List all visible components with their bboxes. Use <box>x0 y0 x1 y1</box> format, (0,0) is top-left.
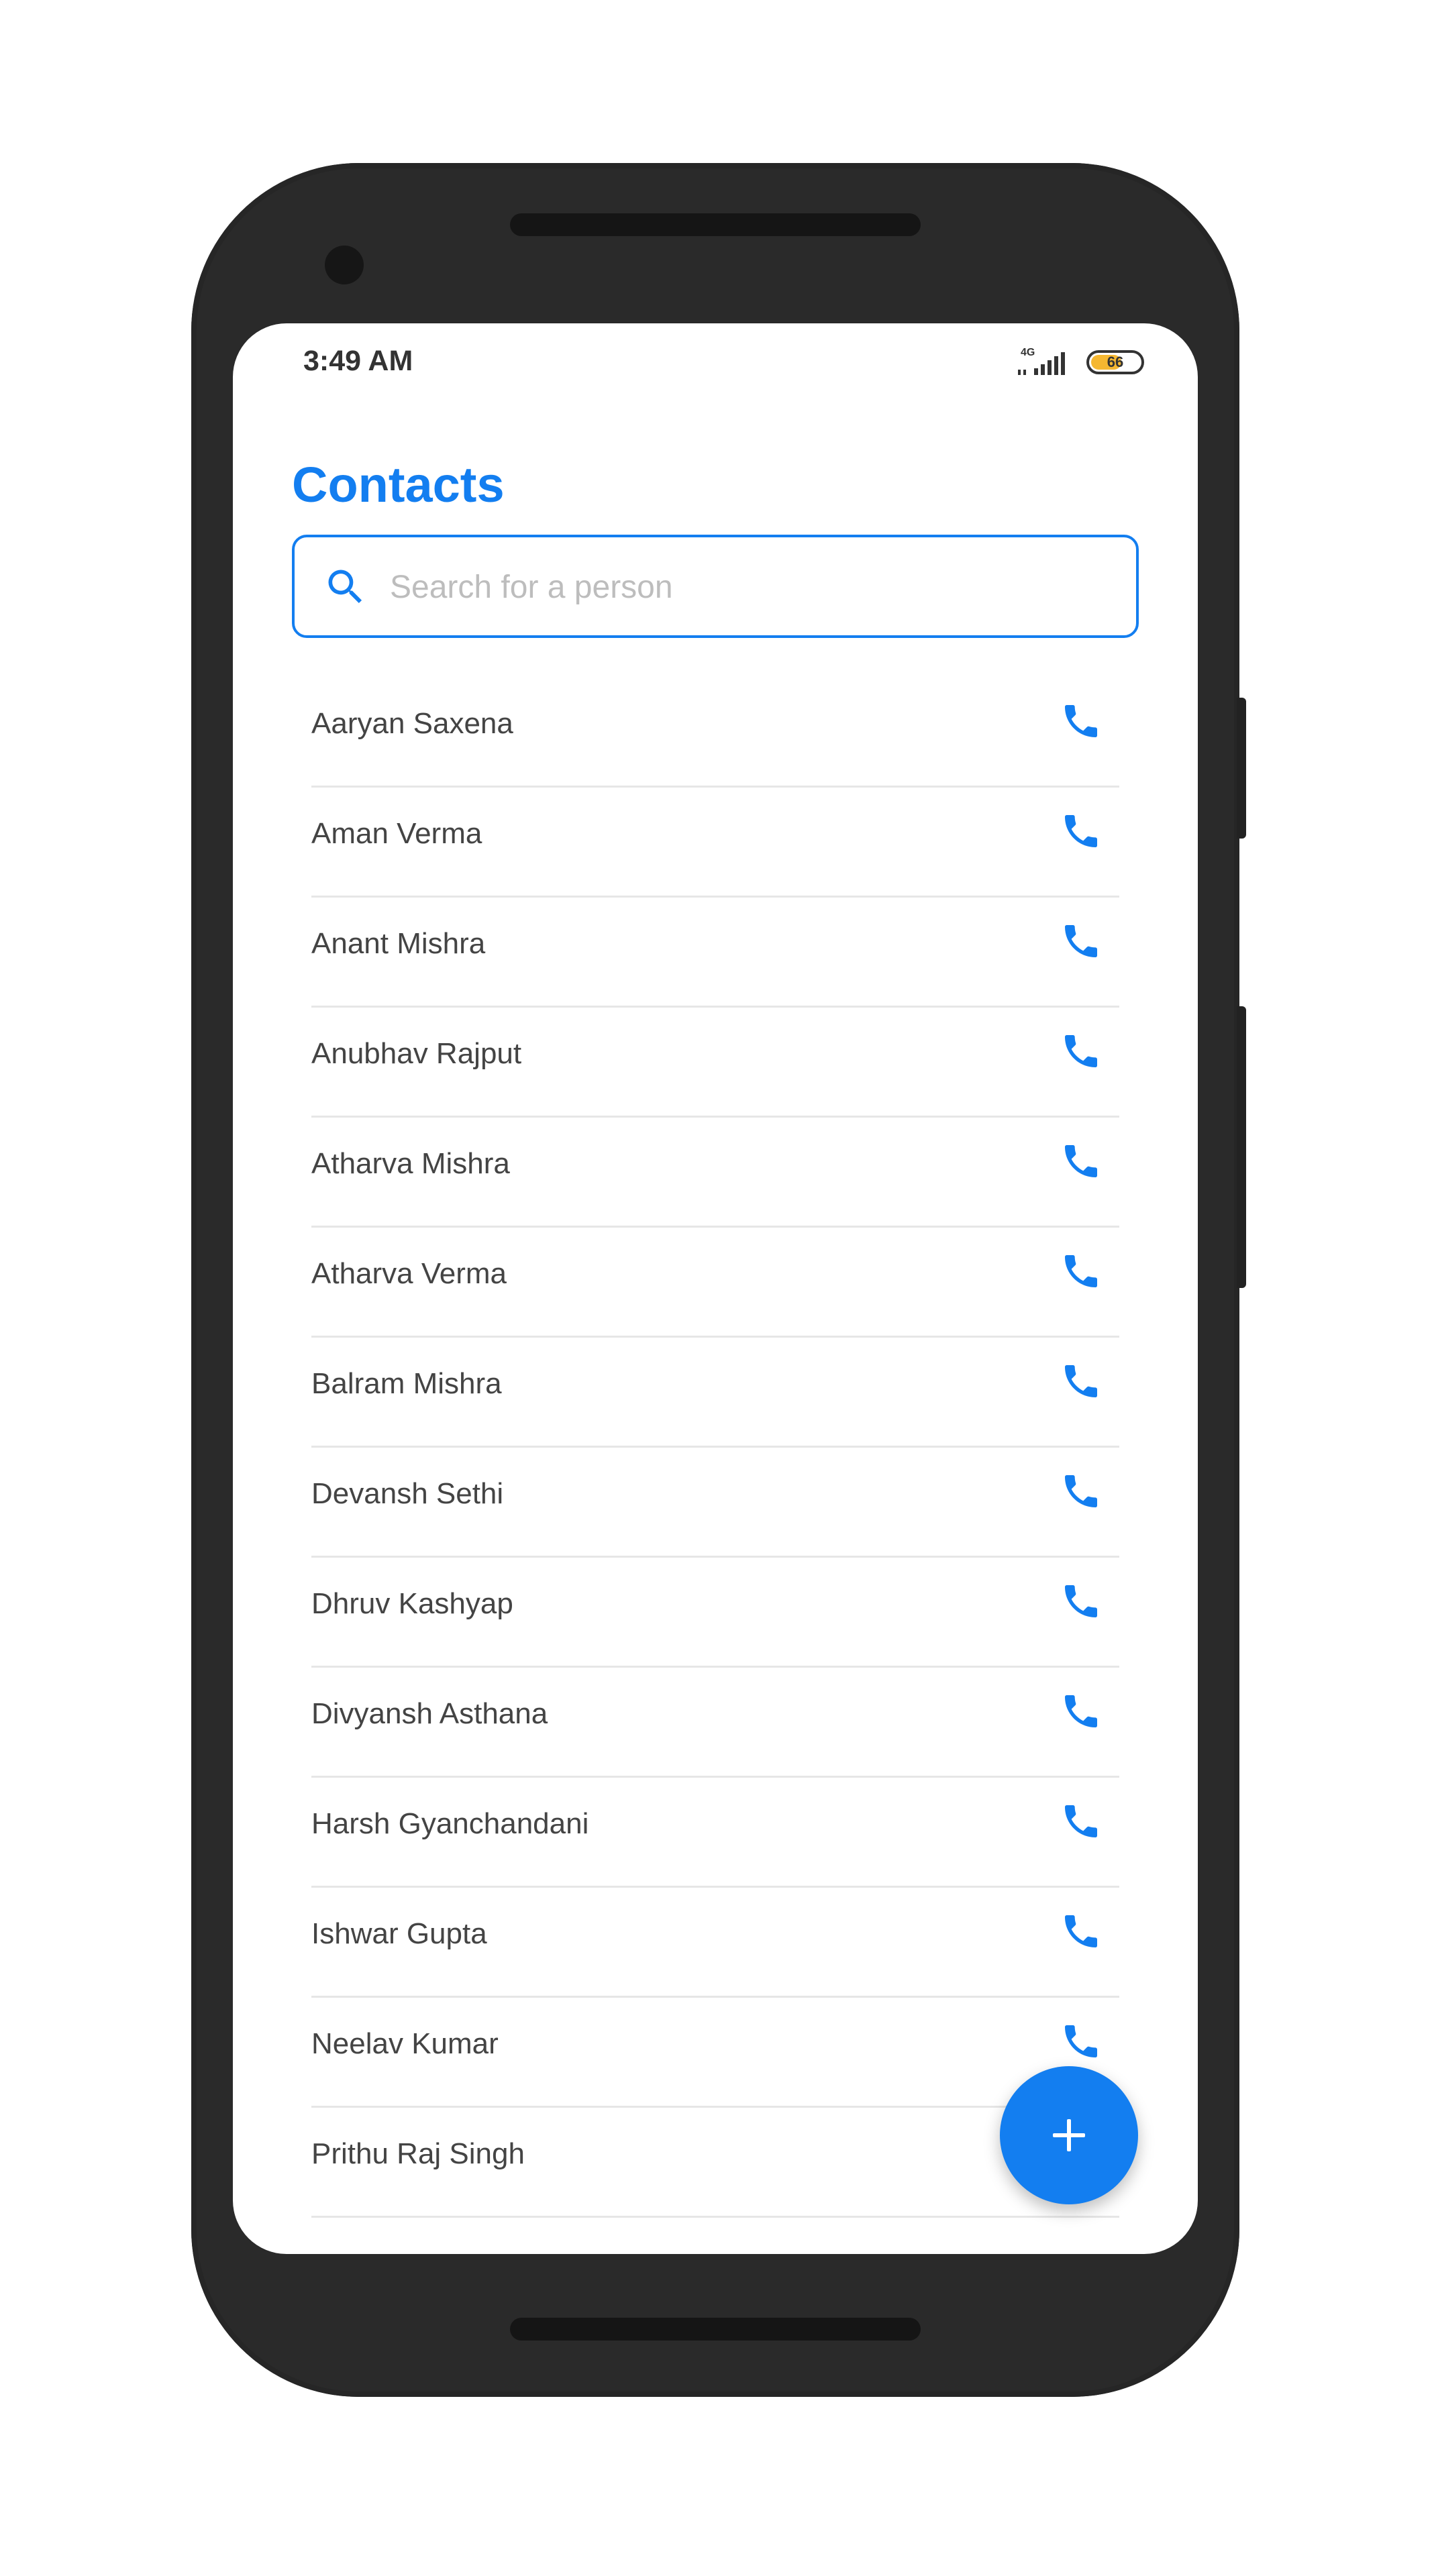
add-contact-button[interactable] <box>1000 2066 1138 2204</box>
battery-icon: 66 <box>1086 350 1144 374</box>
contact-list: Aaryan Saxena Aman Verma Anant Mishra Anubh… <box>311 678 1119 2218</box>
call-button[interactable] <box>1058 1578 1105 1625</box>
phone-icon <box>1065 2025 1097 2057</box>
call-button[interactable] <box>1058 1248 1105 1295</box>
call-button[interactable] <box>1058 1468 1105 1515</box>
power-button <box>1237 698 1246 839</box>
contact-name: Harsh Gyanchandani <box>311 1807 589 1840</box>
contact-row[interactable]: Aaryan Saxena <box>311 678 1119 788</box>
phone-icon <box>1065 705 1097 737</box>
contact-name: Ishwar Gupta <box>311 1917 487 1950</box>
contact-row[interactable]: Prithu Raj Singh <box>311 2108 1119 2218</box>
call-button[interactable] <box>1058 2018 1105 2065</box>
front-camera <box>325 246 364 284</box>
page-title: Contacts <box>292 457 505 513</box>
status-bar: 3:49 AM 4G 66 <box>233 323 1198 404</box>
contact-row[interactable]: Balram Mishra <box>311 1338 1119 1448</box>
call-button[interactable] <box>1058 1798 1105 1845</box>
network-type: 4G <box>1021 347 1035 358</box>
top-speaker <box>510 213 921 236</box>
phone-icon <box>1065 815 1097 847</box>
search-icon <box>328 570 362 604</box>
contact-row[interactable]: Atharva Mishra <box>311 1118 1119 1228</box>
contact-row[interactable]: Devansh Sethi <box>311 1448 1119 1558</box>
phone-icon <box>1065 1805 1097 1837</box>
contact-row[interactable]: Anant Mishra <box>311 898 1119 1008</box>
status-time: 3:49 AM <box>303 345 413 377</box>
phone-icon <box>1065 925 1097 957</box>
contact-name: Atharva Mishra <box>311 1147 510 1180</box>
contact-row[interactable]: Neelav Kumar <box>311 1998 1119 2108</box>
phone-icon <box>1065 1695 1097 1727</box>
phone-icon <box>1065 1035 1097 1067</box>
app-screen: 3:49 AM 4G 66 Contacts Search for a pers… <box>233 323 1198 2254</box>
call-button[interactable] <box>1058 1138 1105 1185</box>
contact-row[interactable]: Atharva Verma <box>311 1228 1119 1338</box>
contact-row[interactable]: Aman Verma <box>311 788 1119 898</box>
plus-icon <box>1053 2119 1085 2151</box>
contact-name: Prithu Raj Singh <box>311 2137 525 2170</box>
contact-name: Dhruv Kashyap <box>311 1587 513 1620</box>
contact-name: Divyansh Asthana <box>311 1697 548 1730</box>
phone-icon <box>1065 1255 1097 1287</box>
call-button[interactable] <box>1058 918 1105 965</box>
contact-row[interactable]: Divyansh Asthana <box>311 1668 1119 1778</box>
contact-name: Devansh Sethi <box>311 1477 504 1510</box>
contact-name: Anant Mishra <box>311 927 486 960</box>
phone-icon <box>1065 1915 1097 1947</box>
phone-icon <box>1065 1475 1097 1507</box>
contact-name: Balram Mishra <box>311 1367 502 1400</box>
signal-icon: 4G <box>1017 347 1070 378</box>
call-button[interactable] <box>1058 698 1105 745</box>
contact-name: Aaryan Saxena <box>311 707 513 740</box>
contact-name: Aman Verma <box>311 817 482 850</box>
contact-name: Anubhav Rajput <box>311 1037 522 1070</box>
search-bar[interactable] <box>292 535 1139 638</box>
bottom-speaker <box>510 2318 921 2341</box>
call-button[interactable] <box>1058 1028 1105 1075</box>
contact-name: Atharva Verma <box>311 1257 507 1290</box>
call-button[interactable] <box>1058 1908 1105 1955</box>
call-button[interactable] <box>1058 1358 1105 1405</box>
phone-icon <box>1065 1585 1097 1617</box>
phone-icon <box>1065 1145 1097 1177</box>
contact-row[interactable]: Dhruv Kashyap <box>311 1558 1119 1668</box>
contact-name: Neelav Kumar <box>311 2027 499 2060</box>
phone-icon <box>1065 1365 1097 1397</box>
battery-level: 66 <box>1107 354 1124 370</box>
contact-row[interactable]: Harsh Gyanchandani <box>311 1778 1119 1888</box>
call-button[interactable] <box>1058 1688 1105 1735</box>
contact-row[interactable]: Ishwar Gupta <box>311 1888 1119 1998</box>
contact-row[interactable]: Anubhav Rajput <box>311 1008 1119 1118</box>
volume-button <box>1237 1006 1246 1288</box>
search-input[interactable] <box>389 537 1123 637</box>
status-icons: 4G 66 <box>1017 346 1144 378</box>
call-button[interactable] <box>1058 808 1105 855</box>
